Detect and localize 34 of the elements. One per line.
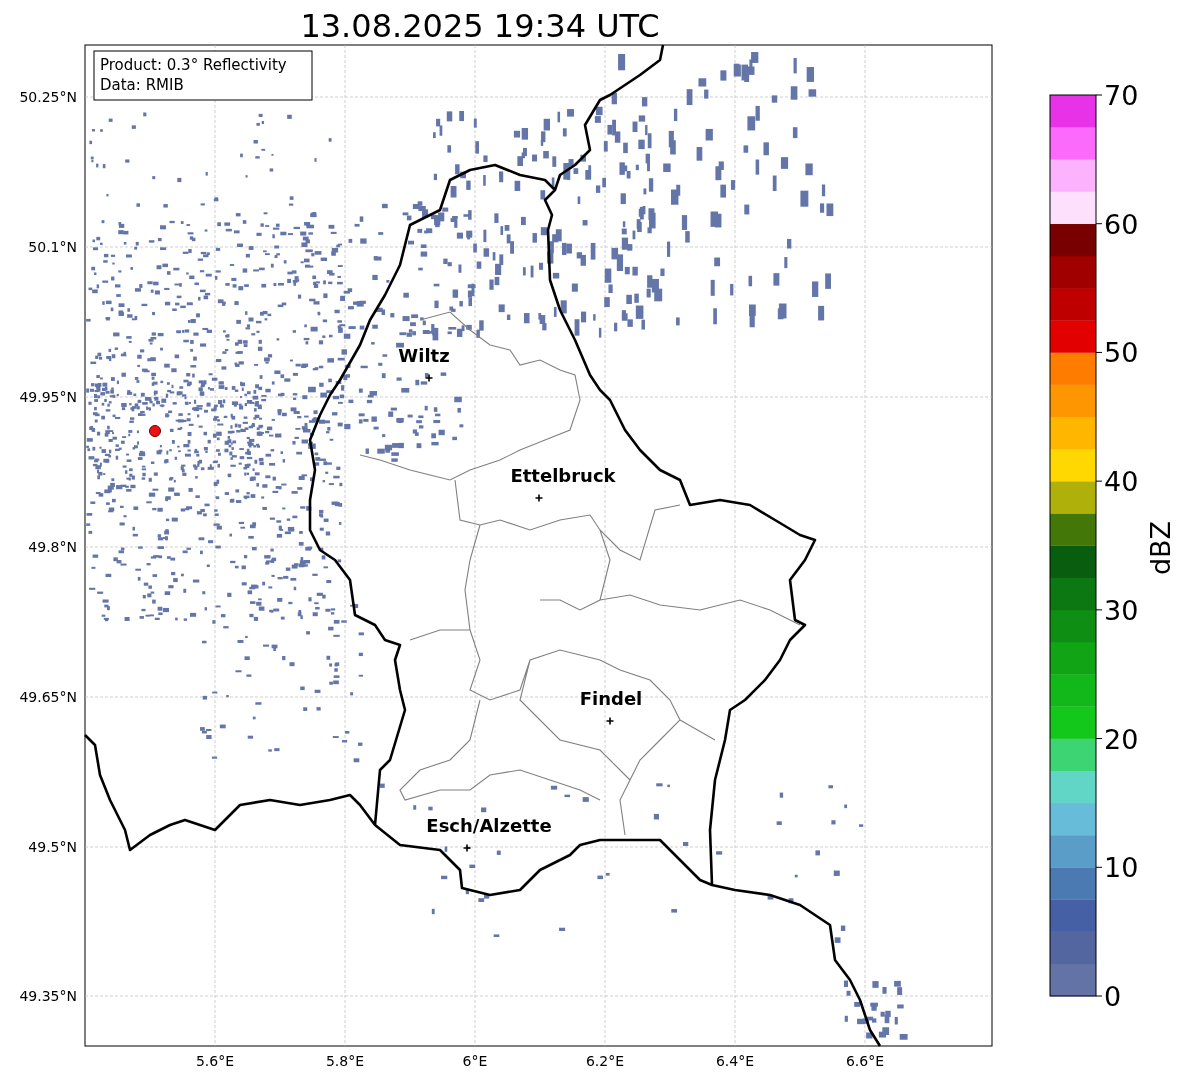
city-label: Wiltz <box>398 345 450 366</box>
city-marker-icon <box>424 373 434 383</box>
info-text: Product: 0.3° Reflectivity <box>100 56 287 74</box>
axis-tick-label: 6.4°E <box>715 1053 755 1069</box>
colorbar-tick-label: 30 <box>1104 594 1139 626</box>
colorbar-tick-label: 60 <box>1104 208 1139 240</box>
colorbar-tick-label: 20 <box>1104 723 1139 755</box>
axis-tick-label: 50.25°N <box>19 89 77 105</box>
colorbar-tick-label: 50 <box>1104 337 1139 369</box>
colorbar-label: dBZ <box>1145 520 1176 576</box>
chart-title: 13.08.2025 19:34 UTC <box>300 7 660 45</box>
colorbar-tick-label: 0 <box>1104 981 1122 1012</box>
axis-tick-label: 5.8°E <box>325 1053 365 1069</box>
city-label: Findel <box>579 688 643 709</box>
axis-tick-label: 49.65°N <box>19 689 77 705</box>
axis-tick-label: 49.35°N <box>19 988 77 1004</box>
city-label: Ettelbruck <box>510 465 616 486</box>
axis-tick-label: 49.5°N <box>28 839 77 855</box>
city-marker-icon <box>534 493 544 503</box>
axis-tick-label: 49.8°N <box>28 539 77 555</box>
axis-tick-label: 6.2°E <box>585 1053 625 1069</box>
axis-tick-label: 49.95°N <box>19 389 77 405</box>
colorbar-tick-label: 40 <box>1104 466 1139 498</box>
colorbar-tick-label: 70 <box>1104 80 1139 111</box>
axis-tick-label: 6°E <box>462 1053 488 1069</box>
city-marker-icon <box>605 716 615 726</box>
city-marker-icon <box>462 843 472 853</box>
radar-site-icon <box>149 425 161 437</box>
axis-tick-label: 5.6°E <box>195 1053 235 1069</box>
axis-tick-label: 6.6°E <box>845 1053 885 1069</box>
colorbar-tick-label: 10 <box>1104 852 1139 884</box>
axis-tick-label: 50.1°N <box>28 239 77 255</box>
city-label: Esch/Alzette <box>426 815 552 836</box>
info-text: Data: RMIB <box>100 76 184 94</box>
